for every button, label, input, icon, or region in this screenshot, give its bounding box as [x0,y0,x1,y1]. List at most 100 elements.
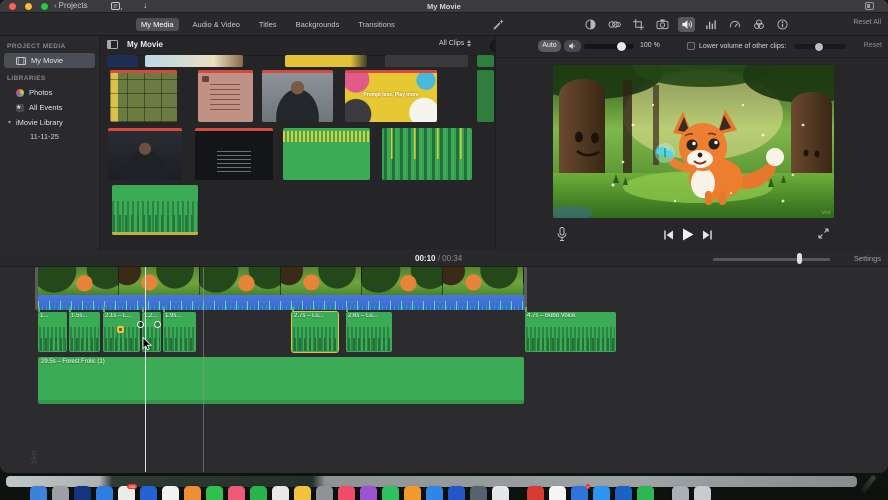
audio-clip[interactable]: 2.6s – Lu... [346,312,392,352]
previous-frame-icon[interactable] [664,230,673,240]
dock-app-icon[interactable] [162,486,179,500]
info-icon[interactable] [774,17,791,32]
media-thumbnail[interactable] [385,55,468,67]
media-thumbnail-webcam[interactable] [262,70,333,122]
dock-app-icon[interactable] [426,486,443,500]
dock-app-icon[interactable] [404,486,421,500]
clip-size-slider-knob[interactable] [797,253,802,264]
reset-all-button[interactable]: Reset All [853,19,881,26]
tab-transitions[interactable]: Transitions [353,18,399,31]
window-icon[interactable] [865,2,874,10]
dock-app-icon[interactable] [294,486,311,500]
download-icon[interactable]: ↓ [143,0,148,10]
dock-app-icon[interactable] [250,486,267,500]
dock-app-icon[interactable] [470,486,487,500]
sidebar-item-photos[interactable]: Photos [4,85,95,100]
media-thumbnail-audio[interactable] [283,128,370,180]
mute-button[interactable] [564,40,581,52]
sidebar-item-imovie-library[interactable]: ▾ iMovie Library [4,115,95,130]
video-audio-waveform[interactable] [38,295,524,310]
tab-backgrounds[interactable]: Backgrounds [291,18,345,31]
dock-app-icon[interactable] [448,486,465,500]
dock-app-icon[interactable] [140,486,157,500]
media-thumbnail-audio[interactable] [112,185,198,235]
zoom-button[interactable] [41,3,48,10]
dock-app-icon[interactable] [382,486,399,500]
skimmer-line[interactable] [203,267,204,472]
color-balance-icon[interactable] [582,17,599,32]
share-icon[interactable] [111,2,122,11]
lower-volume-checkbox[interactable] [687,42,695,50]
trim-handle-right[interactable] [524,267,527,310]
dock-app-icon[interactable] [272,486,289,500]
fade-handle[interactable] [154,321,161,328]
projects-back-button[interactable]: ‹ Projects [54,1,88,10]
tab-my-media[interactable]: My Media [136,18,179,31]
stabilization-icon[interactable] [654,17,671,32]
dock-app-icon[interactable] [30,486,47,500]
clips-filter-dropdown[interactable]: All Clips [439,40,472,47]
audio-clip[interactable]: 1.9s... [163,312,196,352]
dock-app-icon[interactable] [593,486,610,500]
auto-button[interactable]: Auto [538,40,561,52]
volume-slider[interactable] [584,44,634,49]
dock-app-icon[interactable] [492,486,509,500]
playhead[interactable] [145,267,146,472]
video-clip-filmstrip[interactable] [38,267,524,295]
media-thumbnail-audio[interactable] [382,128,472,180]
dock-app-icon[interactable] [549,486,566,500]
tab-titles[interactable]: Titles [254,18,282,31]
dock-app-icon[interactable] [360,486,377,500]
music-clip[interactable]: 29.5s – Forest Frolic (1) [38,357,524,404]
dock-app-icon[interactable] [52,486,69,500]
sidebar-toggle-icon[interactable] [107,40,118,49]
dock-app-icon[interactable] [615,486,632,500]
effects-icon[interactable] [750,17,767,32]
play-icon[interactable] [682,228,694,241]
dock-app-icon[interactable] [338,486,355,500]
dock-app-icon[interactable] [527,486,544,500]
dock-app-icon[interactable] [206,486,223,500]
lower-volume-knob[interactable] [815,42,823,51]
microphone-icon[interactable] [557,227,567,242]
audio-clip[interactable]: 4.7s – Bobo Voice [525,312,616,352]
speed-icon[interactable] [726,17,743,32]
media-thumbnail-terminal[interactable] [195,128,273,180]
next-frame-icon[interactable] [703,230,712,240]
tab-audio-video[interactable]: Audio & Video [188,18,245,31]
dock-app-icon[interactable] [694,486,711,500]
sidebar-item-library-date[interactable]: 11-11-25 [0,130,99,143]
media-thumbnail-screen-recording[interactable] [110,70,177,122]
dock-app-icon[interactable] [74,486,91,500]
media-thumbnail[interactable] [145,55,243,67]
volume-slider-knob[interactable] [617,42,626,51]
fullscreen-icon[interactable] [818,228,829,239]
close-button[interactable] [9,3,16,10]
noise-reduction-icon[interactable] [702,17,719,32]
dock-app-icon[interactable] [96,486,113,500]
color-correction-icon[interactable] [606,17,623,32]
dock-app-icon[interactable] [637,486,654,500]
audio-clip-selected[interactable]: 2.7s – Lu... [291,311,339,353]
audio-clip[interactable]: 1... [38,312,67,352]
dock-app-icon[interactable] [184,486,201,500]
dock-app-icon[interactable] [228,486,245,500]
dock-app-icon[interactable]: 198 [118,484,137,500]
settings-button[interactable]: Settings [854,254,881,263]
sidebar-item-all-events[interactable]: ★ All Events [4,100,95,115]
crop-icon[interactable] [630,17,647,32]
enhance-wand-icon[interactable] [492,18,505,31]
fade-handle[interactable] [137,321,144,328]
media-thumbnail[interactable] [285,55,367,67]
sidebar-item-my-movie[interactable]: My Movie [4,53,95,68]
media-thumbnail-webcam-dark[interactable] [108,128,182,180]
dock-app-icon[interactable] [316,486,333,500]
media-thumbnail[interactable] [477,55,494,67]
clip-size-slider[interactable] [713,258,830,261]
dock-app-icon[interactable] [672,486,689,500]
media-thumbnail-document[interactable] [198,70,253,122]
audio-clip[interactable]: 1.5s... [69,312,100,352]
volume-icon[interactable] [678,17,695,32]
dock-app-icon[interactable]: • [571,484,590,500]
reset-button[interactable]: Reset [864,42,882,49]
